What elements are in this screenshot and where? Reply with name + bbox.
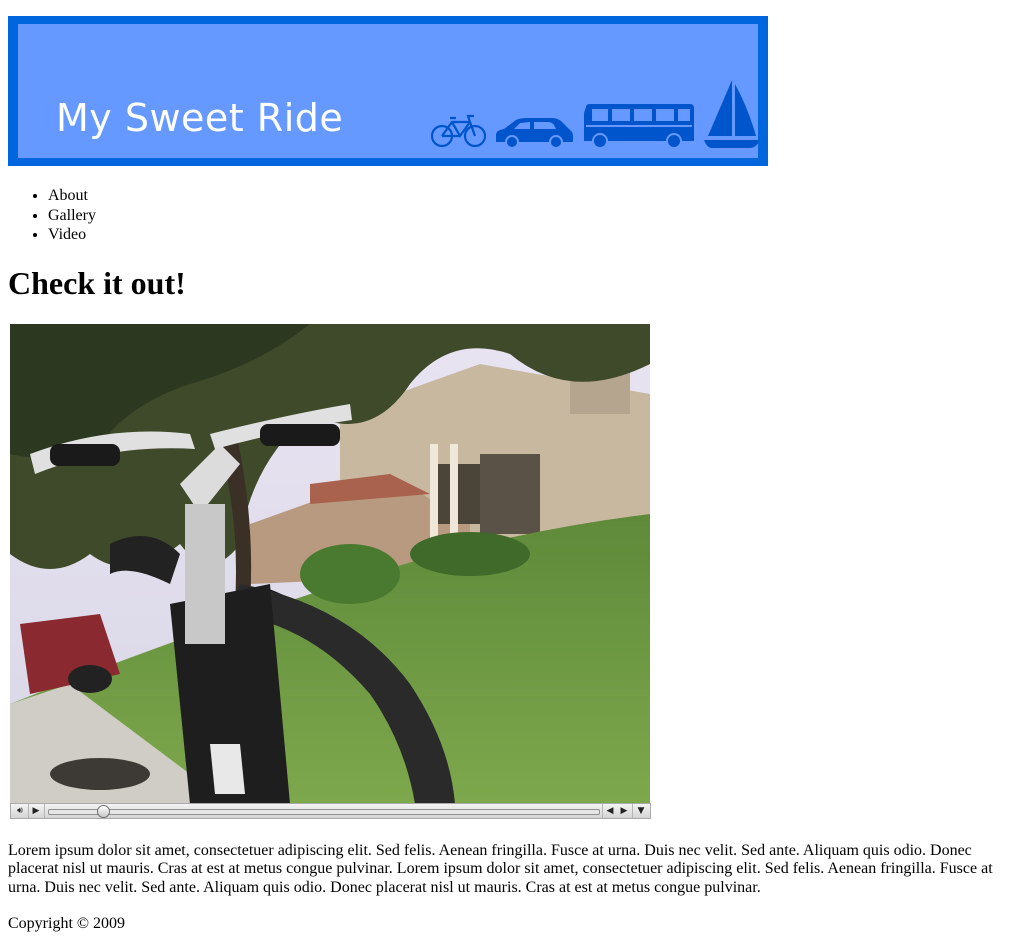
- video-player[interactable]: [10, 324, 650, 804]
- step-forward-icon[interactable]: ▶: [618, 805, 630, 818]
- main-nav: About Gallery Video: [48, 186, 96, 245]
- seek-track[interactable]: [48, 809, 600, 815]
- step-back-icon[interactable]: ◀: [604, 805, 616, 818]
- seek-thumb[interactable]: [97, 805, 110, 818]
- controls-divider: [632, 804, 633, 818]
- site-banner: My Sweet Ride: [8, 16, 768, 166]
- nav-item-video[interactable]: Video: [48, 225, 96, 245]
- nav-item-gallery[interactable]: Gallery: [48, 206, 96, 226]
- page-heading: Check it out!: [8, 265, 186, 301]
- bus-icon: [584, 104, 694, 149]
- body-paragraph: Lorem ipsum dolor sit amet, consectetuer…: [8, 842, 993, 896]
- copyright-text: Copyright © 2009: [8, 915, 126, 932]
- play-icon[interactable]: ▶: [30, 805, 42, 818]
- menu-arrow-icon[interactable]: ▼: [634, 805, 648, 818]
- controls-divider: [28, 804, 29, 818]
- banner-inner: My Sweet Ride: [18, 24, 760, 158]
- car-icon: [496, 118, 573, 148]
- nav-item-about[interactable]: About: [48, 186, 96, 206]
- nav-link-gallery[interactable]: Gallery: [48, 207, 96, 224]
- bicycle-icon: [430, 114, 487, 148]
- volume-icon[interactable]: 🔊︎: [13, 805, 27, 818]
- video-controls: 🔊︎ ▶ ◀ ▶ ▼: [10, 803, 651, 819]
- site-title: My Sweet Ride: [56, 96, 344, 140]
- controls-divider: [44, 804, 45, 818]
- sailboat-icon: [704, 80, 760, 148]
- controls-divider: [602, 804, 603, 818]
- vehicle-icons: [420, 78, 760, 158]
- nav-link-video[interactable]: Video: [48, 226, 86, 243]
- video-frame: [10, 324, 650, 804]
- nav-link-about[interactable]: About: [48, 187, 88, 204]
